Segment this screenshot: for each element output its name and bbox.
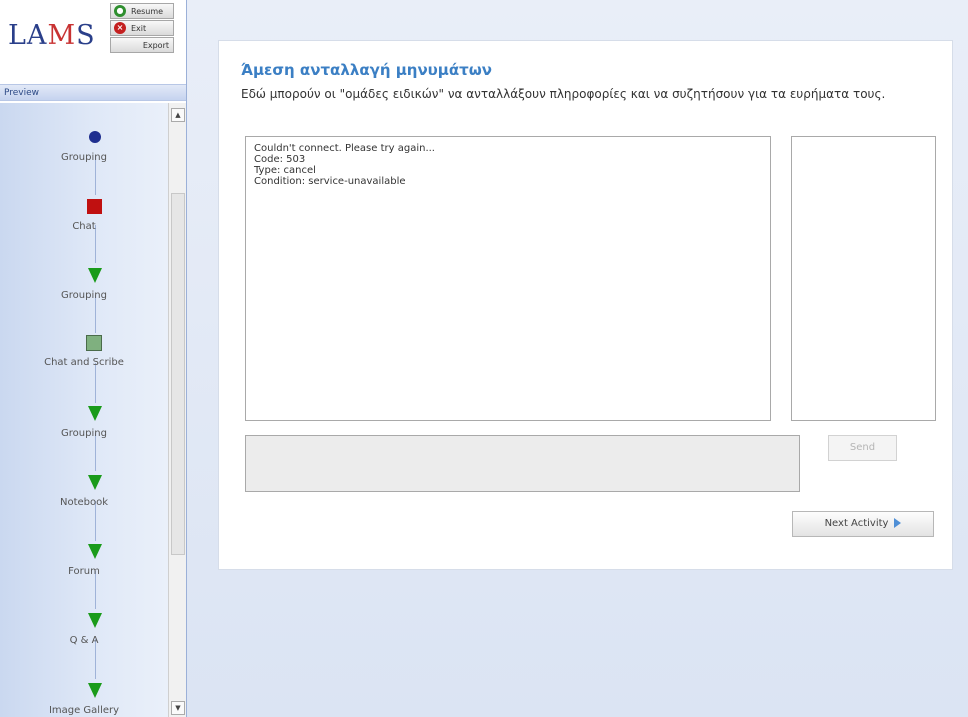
sequence-item-grouping[interactable]: Grouping [0, 406, 168, 446]
user-roster[interactable] [791, 136, 936, 421]
activity-title: Άμεση ανταλλαγή μηνυμάτων [241, 61, 492, 79]
exit-icon: × [114, 22, 126, 34]
sequence-item-label: Notebook [59, 497, 109, 508]
activity-description: Εδώ μπορούν οι "ομάδες ειδικών" να ανταλ… [241, 87, 886, 101]
sequence-item-forum[interactable]: Forum [0, 544, 168, 584]
scroll-down-icon[interactable]: ▼ [171, 701, 185, 715]
sequence-item-label: Forum [68, 566, 100, 577]
sequence-panel: Grouping Chat Grouping Chat and Scribe G… [0, 103, 168, 717]
logo-area: LAMS ● Resume × Exit Export [0, 0, 186, 84]
sequence-item-notebook[interactable]: Notebook [0, 475, 168, 515]
next-activity-button[interactable]: Next Activity [792, 511, 934, 537]
sequence-item-label: Chat and Scribe [44, 357, 124, 368]
sequence-item-label: Grouping [61, 428, 107, 439]
message-history[interactable]: Couldn't connect. Please try again... Co… [245, 136, 771, 421]
exit-button[interactable]: × Exit [110, 20, 174, 36]
completed-activity-icon [88, 544, 102, 559]
message-input[interactable] [245, 435, 800, 492]
export-label: Export [142, 41, 169, 50]
completed-activity-icon [88, 683, 102, 698]
export-button[interactable]: Export [110, 37, 174, 53]
arrow-right-icon [894, 518, 902, 528]
send-button[interactable]: Send [828, 435, 897, 461]
sequence-item-image-gallery[interactable]: Image Gallery [0, 683, 168, 717]
sequence-item-label: Image Gallery [48, 705, 120, 716]
chat-activity-card: Άμεση ανταλλαγή μηνυμάτων Εδώ μπορούν οι… [218, 40, 953, 570]
sequence-item-grouping[interactable]: Grouping [0, 268, 168, 308]
completed-activity-icon [88, 475, 102, 490]
scroll-up-icon[interactable]: ▲ [171, 108, 185, 122]
current-activity-icon [87, 199, 102, 214]
message-line: Couldn't connect. Please try again... [254, 143, 435, 154]
resume-button[interactable]: ● Resume [110, 3, 174, 19]
scrollbar-thumb[interactable] [171, 193, 185, 555]
preview-label: Preview [4, 88, 40, 98]
sequence-item-label: Chat [72, 221, 96, 232]
resume-icon: ● [114, 5, 126, 17]
sequence-item-chat[interactable]: Chat [0, 199, 168, 239]
chat-scribe-activity-icon [86, 335, 102, 351]
sequence-item-q-and-a[interactable]: Q & A [0, 613, 168, 653]
sequence-item-chat-and-scribe[interactable]: Chat and Scribe [0, 335, 168, 375]
sidebar: LAMS ● Resume × Exit Export Preview Grou… [0, 0, 187, 717]
lams-logo: LAMS [8, 20, 96, 51]
completed-activity-icon [88, 268, 102, 283]
message-line: Code: 503 [254, 154, 306, 165]
completed-activity-icon [88, 406, 102, 421]
sequence-item-label: Grouping [61, 290, 107, 301]
completed-activity-icon [88, 613, 102, 628]
sequence-item-label: Q & A [69, 635, 99, 646]
message-line: Type: cancel [254, 165, 316, 176]
next-activity-label: Next Activity [824, 518, 889, 529]
preview-panel-header: Preview [0, 84, 186, 101]
main-content: Άμεση ανταλλαγή μηνυμάτων Εδώ μπορούν οι… [187, 0, 968, 717]
message-line: Condition: service-unavailable [254, 176, 406, 187]
attempted-activity-icon [89, 131, 101, 143]
exit-label: Exit [131, 24, 147, 33]
resume-label: Resume [131, 7, 164, 16]
sequence-item-label: Grouping [61, 152, 107, 163]
sequence-scrollbar[interactable]: ▲ ▼ [168, 103, 186, 717]
sequence-item-grouping[interactable]: Grouping [0, 131, 168, 171]
